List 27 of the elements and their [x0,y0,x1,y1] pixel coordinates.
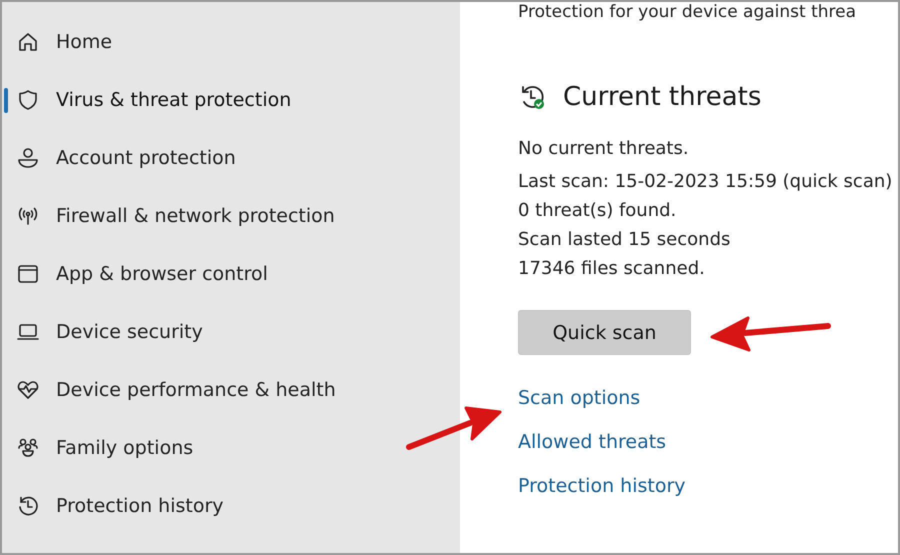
sidebar-item[interactable]: Device performance & health [2,361,460,419]
description-text: Protection for your device against threa [518,2,856,22]
sidebar-item[interactable]: Device security [2,303,460,361]
home-icon [16,30,40,54]
quick-scan-button[interactable]: Quick scan [518,310,691,355]
sidebar-item[interactable]: Account protection [2,129,460,187]
link[interactable]: Scan options [518,385,686,411]
heartbeat-icon [16,378,40,402]
sidebar-item[interactable]: App & browser control [2,245,460,303]
shield-icon [16,88,40,112]
browser-window-icon [16,262,40,286]
sidebar-item[interactable]: Family options [2,419,460,477]
sidebar-item[interactable]: Firewall & network protection [2,187,460,245]
status-text: 0 threat(s) found. [518,199,678,223]
link[interactable]: Allowed threats [518,429,686,455]
sidebar-item[interactable]: Home [2,13,460,71]
sidebar-item[interactable]: Protection history [2,477,460,535]
section-title: Current threats [563,82,762,112]
status-text: No current threats. [518,137,690,161]
status-text: Scan lasted 15 seconds [518,228,732,252]
person-icon [16,146,40,170]
status-text: 17346 files scanned. [518,257,706,281]
link[interactable]: Protection history [518,473,686,499]
status-text: Last scan: 15-02-2023 15:59 (quick scan) [518,170,892,194]
history-icon [16,494,40,518]
sidebar-item[interactable]: Virus & threat protection [2,71,460,129]
family-icon [16,436,40,460]
